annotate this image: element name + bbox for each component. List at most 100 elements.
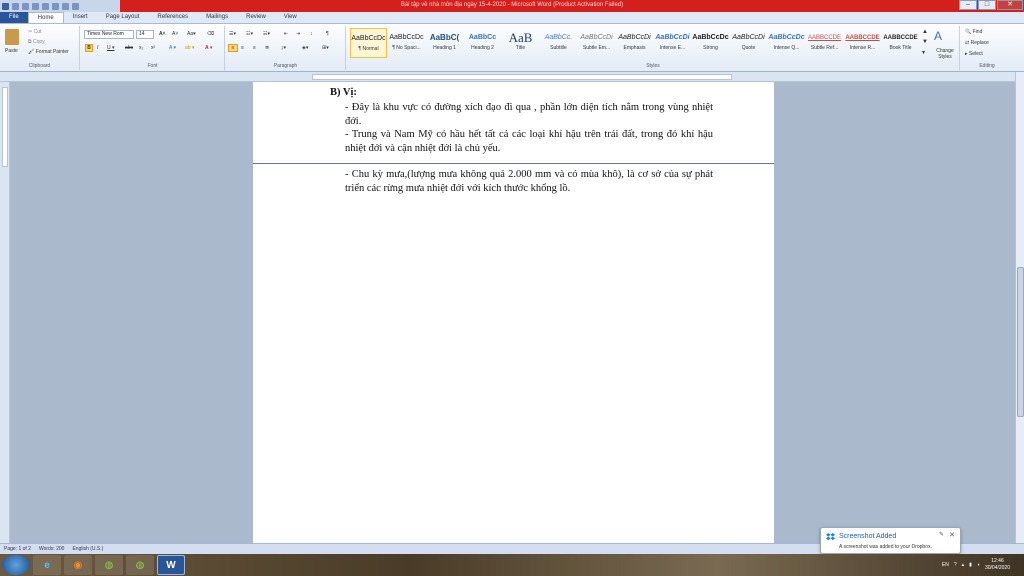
style-intense-quote[interactable]: AaBbCcDc Intense Q... bbox=[768, 28, 805, 58]
styles-scroll-down-icon[interactable]: ▼ bbox=[922, 39, 928, 45]
coccoc-icon[interactable]: ◍ bbox=[95, 555, 123, 575]
style-intense-emphasis[interactable]: AaBbCcDi Intense E... bbox=[654, 28, 691, 58]
font-color-button[interactable]: A ▾ bbox=[205, 45, 212, 51]
horizontal-ruler[interactable] bbox=[0, 72, 1024, 82]
style-emphasis[interactable]: AaBbCcDi Emphasis bbox=[616, 28, 653, 58]
grow-font-button[interactable]: A˄ bbox=[159, 31, 166, 37]
style-heading-1[interactable]: AaBbC( Heading 1 bbox=[426, 28, 463, 58]
firefox-icon[interactable]: ◉ bbox=[64, 555, 92, 575]
ie-icon[interactable]: e bbox=[33, 555, 61, 575]
strikethrough-button[interactable]: abc bbox=[125, 45, 133, 51]
tab-references[interactable]: References bbox=[148, 12, 197, 23]
document-page-2[interactable]: - Chu kỳ mưa,(lượng mưa không quá 2.000 … bbox=[253, 164, 774, 543]
settings-icon[interactable]: ✎ bbox=[939, 531, 944, 538]
find-button[interactable]: 🔍 Find bbox=[965, 29, 982, 35]
document-paragraph[interactable]: - Chu kỳ mưa,(lượng mưa không quá 2.000 … bbox=[345, 168, 713, 195]
volume-icon[interactable]: ◖ bbox=[977, 562, 980, 568]
replace-button[interactable]: ⇄ Replace bbox=[965, 40, 989, 46]
document-paragraph[interactable]: - Đây là khu vực có đường xích đạo đi qu… bbox=[345, 101, 713, 128]
ruler-margin-area[interactable] bbox=[312, 74, 732, 80]
align-center-button[interactable]: ≡ bbox=[241, 45, 244, 51]
change-styles-button[interactable]: Change Styles bbox=[933, 48, 957, 60]
minimize-button[interactable]: – bbox=[959, 0, 977, 10]
highlight-button[interactable]: ab ▾ bbox=[185, 45, 194, 51]
italic-button[interactable]: I bbox=[97, 45, 98, 51]
tab-review[interactable]: Review bbox=[237, 12, 275, 23]
superscript-button[interactable]: x² bbox=[151, 45, 155, 51]
bullets-button[interactable]: ☰▾ bbox=[229, 31, 236, 37]
styles-more-icon[interactable]: ▾ bbox=[922, 49, 925, 56]
sort-button[interactable]: ↕ bbox=[310, 31, 313, 37]
line-spacing-button[interactable]: ↨▾ bbox=[281, 45, 286, 51]
coccoc-second-icon[interactable]: ◍ bbox=[126, 555, 154, 575]
tab-mailings[interactable]: Mailings bbox=[197, 12, 237, 23]
maximize-button[interactable]: □ bbox=[978, 0, 996, 10]
document-paragraph[interactable]: - Trung và Nam Mỹ có hầu hết tất cả các … bbox=[345, 128, 713, 155]
close-icon[interactable]: ✕ bbox=[949, 531, 955, 539]
close-button[interactable]: ✕ bbox=[997, 0, 1023, 10]
window-title: Bài tập về nhà môn địa ngày 15-4-2020 - … bbox=[400, 2, 624, 8]
change-case-button[interactable]: Aa▾ bbox=[187, 31, 196, 37]
tray-expand-icon[interactable]: ▴ bbox=[962, 562, 965, 568]
select-button[interactable]: ▸ Select bbox=[965, 51, 983, 57]
font-size-combo[interactable]: 14 bbox=[136, 30, 154, 39]
style-name: Intense R... bbox=[849, 45, 876, 51]
dropbox-notification[interactable]: Screenshot Added A screenshot was added … bbox=[820, 527, 961, 554]
show-formatting-marks-button[interactable]: ¶ bbox=[326, 31, 329, 37]
tab-file[interactable]: File bbox=[0, 12, 28, 23]
style-heading-2[interactable]: AaBbCc Heading 2 bbox=[464, 28, 501, 58]
paste-button[interactable]: Paste bbox=[5, 48, 18, 54]
increase-indent-button[interactable]: ⇥ bbox=[296, 31, 300, 37]
font-name-combo[interactable]: Times New Rom bbox=[84, 30, 134, 39]
style-subtitle[interactable]: AaBbCc. Subtitle bbox=[540, 28, 577, 58]
language-status[interactable]: English (U.S.) bbox=[72, 546, 103, 552]
align-right-button[interactable]: ≡ bbox=[253, 45, 256, 51]
shading-button[interactable]: ◈▾ bbox=[302, 45, 308, 51]
style-sample: AABBCCDE bbox=[807, 35, 841, 41]
paste-icon[interactable] bbox=[5, 29, 19, 45]
tab-insert[interactable]: Insert bbox=[64, 12, 97, 23]
style-book-title[interactable]: AABBCCDE Book Title bbox=[882, 28, 919, 58]
multilevel-list-button[interactable]: ☵▾ bbox=[263, 31, 270, 37]
start-button[interactable] bbox=[2, 555, 30, 575]
word-taskbar-icon[interactable]: W bbox=[157, 555, 185, 575]
style-no-spacing[interactable]: AaBbCcDc ¶ No Spaci... bbox=[388, 28, 425, 58]
vertical-scrollbar[interactable] bbox=[1015, 72, 1024, 543]
borders-button[interactable]: ⊞▾ bbox=[322, 45, 329, 51]
change-styles-icon[interactable]: A bbox=[934, 29, 942, 43]
taskbar: e ◉ ◍ ◍ W EN ? ▴ ▮ ◖ 12:46 30/04/2020 bbox=[0, 554, 1024, 576]
style-quote[interactable]: AaBbCcDi Quote bbox=[730, 28, 767, 58]
bold-button[interactable]: B bbox=[85, 44, 93, 52]
document-page-1[interactable]: B) Vị: - Đây là khu vực có đường xích đạ… bbox=[253, 82, 774, 163]
style-subtle-emphasis[interactable]: AaBbCcDi Subtle Em... bbox=[578, 28, 615, 58]
style-strong[interactable]: AaBbCcDc Strong bbox=[692, 28, 729, 58]
help-icon[interactable]: ? bbox=[954, 562, 957, 568]
copy-button[interactable]: ⧉ Copy bbox=[28, 39, 45, 45]
style-title[interactable]: AaB Title bbox=[502, 28, 539, 58]
styles-scroll-up-icon[interactable]: ▲ bbox=[922, 29, 928, 35]
cut-button[interactable]: ✂ Cut bbox=[28, 29, 41, 35]
language-indicator[interactable]: EN bbox=[942, 562, 949, 568]
style-subtle-reference[interactable]: AABBCCDE Subtle Ref... bbox=[806, 28, 843, 58]
word-count-status[interactable]: Words: 200 bbox=[39, 546, 64, 552]
vertical-ruler[interactable] bbox=[0, 82, 10, 543]
format-painter-button[interactable]: 🖌 Format Painter bbox=[28, 49, 69, 55]
network-icon[interactable]: ▮ bbox=[969, 562, 972, 568]
clock[interactable]: 12:46 30/04/2020 bbox=[985, 558, 1010, 572]
justify-button[interactable]: ≣ bbox=[265, 45, 269, 51]
numbering-button[interactable]: ☷▾ bbox=[246, 31, 253, 37]
subscript-button[interactable]: x₂ bbox=[139, 45, 143, 51]
style-normal[interactable]: AaBbCcDc ¶ Normal bbox=[350, 28, 387, 58]
clear-formatting-icon[interactable]: ⌫ bbox=[207, 31, 214, 37]
tab-view[interactable]: View bbox=[275, 12, 306, 23]
tab-home[interactable]: Home bbox=[27, 12, 64, 23]
text-effects-button[interactable]: A ▾ bbox=[169, 45, 176, 51]
scrollbar-thumb[interactable] bbox=[1017, 267, 1024, 417]
page-count-status[interactable]: Page: 1 of 2 bbox=[4, 546, 31, 552]
tab-page-layout[interactable]: Page Layout bbox=[97, 12, 149, 23]
shrink-font-button[interactable]: A˅ bbox=[172, 31, 178, 37]
decrease-indent-button[interactable]: ⇤ bbox=[284, 31, 288, 37]
align-left-button[interactable]: ≡ bbox=[228, 44, 238, 52]
style-intense-reference[interactable]: AABBCCDE Intense R... bbox=[844, 28, 881, 58]
underline-button[interactable]: U ▾ bbox=[107, 45, 115, 51]
